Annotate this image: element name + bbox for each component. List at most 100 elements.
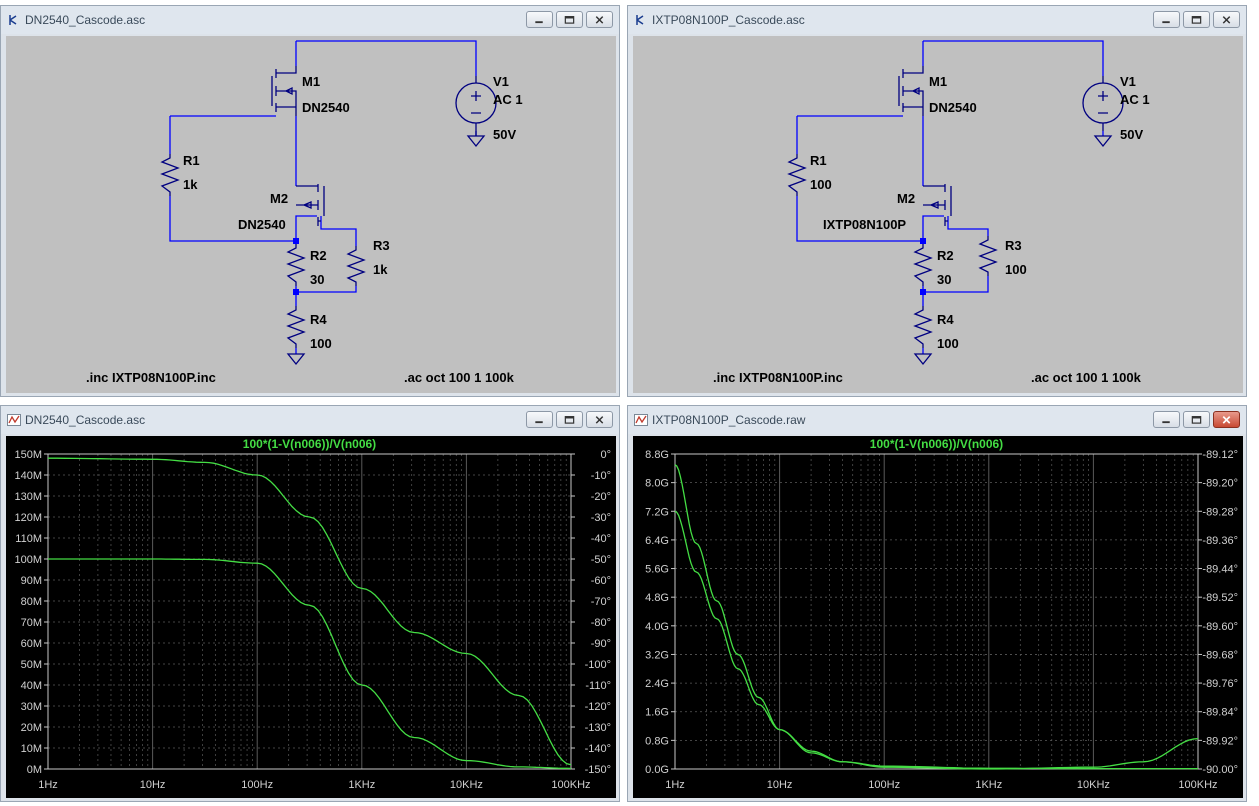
x-tick-label: 10KHz	[1077, 779, 1110, 791]
magnitude-trace[interactable]	[674, 464, 1198, 770]
m2-model: DN2540	[238, 217, 286, 232]
y2-tick-label: -80°	[591, 617, 611, 629]
close-icon	[1222, 16, 1231, 24]
minimize-button[interactable]	[526, 411, 553, 428]
r3-value: 100	[1005, 262, 1027, 277]
x-tick-label: 1KHz	[348, 779, 375, 791]
y2-tick-label: 0°	[600, 449, 611, 461]
y2-tick-label: -89.92°	[1202, 735, 1238, 747]
m2-symbol[interactable]	[296, 184, 325, 226]
y-tick-label: 10M	[21, 743, 42, 755]
trace-expression[interactable]: 100*(1-V(n006))/V(n006)	[870, 437, 1003, 451]
y2-tick-label: -89.60°	[1202, 621, 1238, 633]
x-tick-label: 100KHz	[1178, 779, 1217, 791]
y-tick-label: 1.6G	[645, 707, 669, 719]
y-tick-label: 6.4G	[645, 535, 669, 547]
y-tick-label: 100M	[14, 554, 42, 566]
window-title: DN2540_Cascode.asc	[25, 413, 146, 427]
minimize-button[interactable]	[1153, 11, 1180, 28]
close-icon	[595, 16, 604, 24]
minimize-button[interactable]	[1153, 411, 1180, 428]
r4-name: R4	[310, 312, 327, 327]
close-button[interactable]	[586, 11, 613, 28]
y-tick-label: 0.0G	[645, 764, 669, 776]
r3-symbol[interactable]	[346, 246, 366, 286]
v1-ac: AC 1	[493, 92, 523, 107]
v1-symbol[interactable]	[455, 76, 497, 148]
spice-directive-ac[interactable]: .ac oct 100 1 100k	[1031, 370, 1142, 385]
schematic-window-left[interactable]: DN2540_Cascode.asc M1 DN2540 M2 DN2540 V…	[0, 5, 620, 397]
spice-directive-ac[interactable]: .ac oct 100 1 100k	[404, 370, 515, 385]
titlebar[interactable]: IXTP08N100P_Cascode.asc	[628, 6, 1246, 34]
phase-trace[interactable]	[48, 457, 572, 766]
schematic-window-right[interactable]: IXTP08N100P_Cascode.asc M1 DN2540 M2 IXT…	[627, 5, 1247, 397]
restore-button[interactable]	[1183, 411, 1210, 428]
y-tick-label: 7.2G	[645, 506, 669, 518]
titlebar[interactable]: DN2540_Cascode.asc	[1, 406, 619, 434]
schematic-canvas[interactable]: M1 DN2540 M2 IXTP08N100P V1 AC 1 50V R1 …	[633, 36, 1243, 393]
y-tick-label: 0.8G	[645, 735, 669, 747]
r3-symbol[interactable]	[978, 236, 998, 276]
r4-symbol[interactable]	[286, 306, 306, 348]
close-button[interactable]	[1213, 411, 1240, 428]
plot-frame	[47, 453, 572, 770]
waveform-plot[interactable]: 100*(1-V(n006))/V(n006) 0.0G 0.8G 1.6G 2.4G 3…	[633, 436, 1243, 798]
spice-directive-inc[interactable]: .inc IXTP08N100P.inc	[86, 370, 216, 385]
m1-name: M1	[302, 74, 320, 89]
y2-tick-label: -89.12°	[1202, 449, 1238, 461]
trace-expression[interactable]: 100*(1-V(n006))/V(n006)	[243, 437, 376, 451]
plot-window-right[interactable]: IXTP08N100P_Cascode.raw 100*(1-V(n006))/…	[627, 405, 1247, 802]
v1-dc: 50V	[493, 127, 516, 142]
r2-name: R2	[310, 248, 327, 263]
restore-button[interactable]	[556, 11, 583, 28]
m2-name: M2	[897, 191, 915, 206]
close-button[interactable]	[586, 411, 613, 428]
m1-model: DN2540	[929, 100, 977, 115]
r4-symbol[interactable]	[913, 306, 933, 348]
m2-name: M2	[270, 191, 288, 206]
r1-symbol[interactable]	[787, 154, 807, 196]
restore-button[interactable]	[556, 411, 583, 428]
y2-tick-label: -89.76°	[1202, 678, 1238, 690]
node-junction	[293, 238, 299, 244]
y-tick-label: 20M	[21, 722, 42, 734]
y2-tick-label: -89.84°	[1202, 707, 1238, 719]
waveform-plot[interactable]: 100*(1-V(n006))/V(n006) 0M 10M 20M 30M 40M 50M…	[6, 436, 616, 798]
close-icon	[595, 416, 604, 424]
r1-value: 100	[810, 177, 832, 192]
r2-symbol[interactable]	[913, 244, 933, 286]
titlebar[interactable]: DN2540_Cascode.asc	[1, 6, 619, 34]
y-tick-label: 2.4G	[645, 678, 669, 690]
y-tick-label: 0M	[27, 764, 42, 776]
v1-symbol[interactable]	[1082, 76, 1124, 148]
node-junction	[920, 238, 926, 244]
m1-symbol[interactable]	[898, 66, 924, 116]
phase-trace[interactable]	[674, 510, 1199, 770]
titlebar[interactable]: IXTP08N100P_Cascode.raw	[628, 406, 1246, 434]
m1-symbol[interactable]	[271, 66, 297, 116]
y2-tick-label: -130°	[585, 722, 611, 734]
r1-name: R1	[183, 153, 200, 168]
y-tick-label: 3.2G	[645, 649, 669, 661]
r3-value: 1k	[373, 262, 388, 277]
y2-tick-label: -150°	[585, 764, 611, 776]
y2-tick-label: -100°	[585, 659, 611, 671]
r2-symbol[interactable]	[286, 244, 306, 286]
x-tick-label: 10Hz	[767, 779, 793, 791]
v1-name: V1	[493, 74, 509, 89]
r1-symbol[interactable]	[160, 154, 180, 196]
m2-symbol[interactable]	[923, 184, 952, 226]
ground-symbol	[286, 353, 306, 366]
close-button[interactable]	[1213, 11, 1240, 28]
y-tick-label: 90M	[21, 575, 42, 587]
spice-directive-inc[interactable]: .inc IXTP08N100P.inc	[713, 370, 843, 385]
restore-button[interactable]	[1183, 11, 1210, 28]
minimize-button[interactable]	[526, 11, 553, 28]
x-tick-label: 100Hz	[868, 779, 900, 791]
y2-tick-label: -50°	[591, 554, 611, 566]
schematic-canvas[interactable]: M1 DN2540 M2 DN2540 V1 AC 1 50V R1 1k R2…	[6, 36, 616, 393]
y2-tick-label: -10°	[591, 470, 611, 482]
m2-model: IXTP08N100P	[823, 217, 906, 232]
plot-window-left[interactable]: DN2540_Cascode.asc 100*(1-V(n006))/V(n00…	[0, 405, 620, 802]
restore-icon	[1191, 16, 1202, 24]
